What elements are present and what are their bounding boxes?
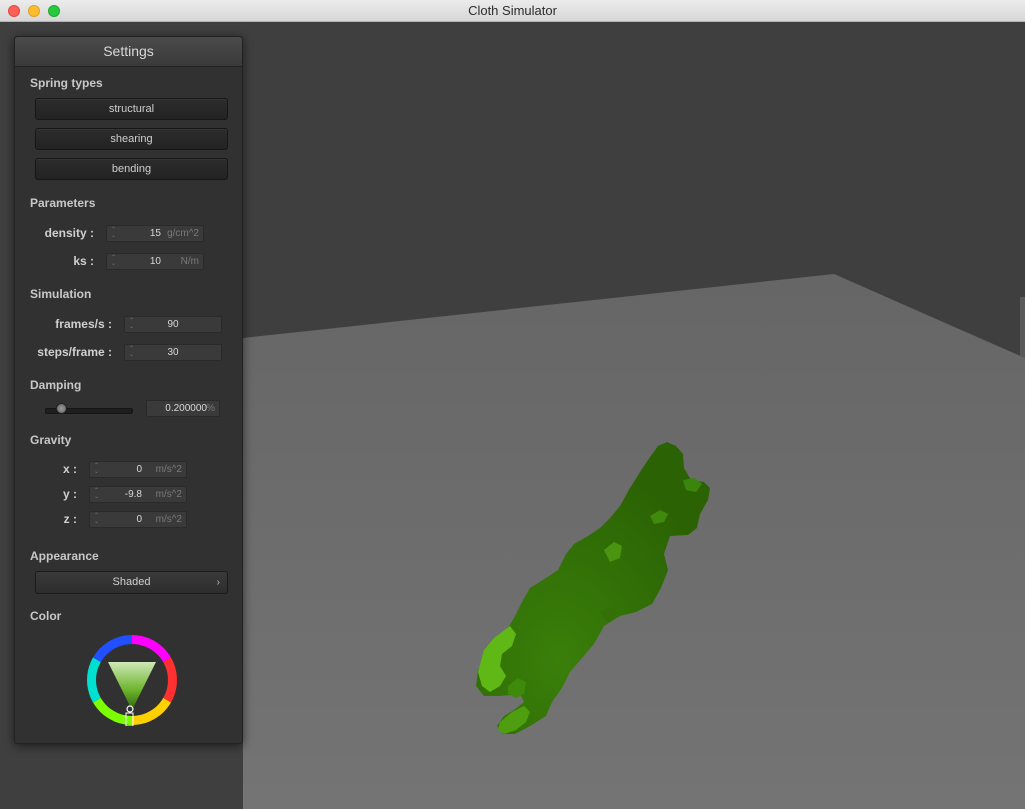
ks-field[interactable]: ⌃ ⌄ 10 N/m	[106, 253, 204, 270]
shearing-button[interactable]: shearing	[35, 128, 228, 150]
color-heading: Color	[30, 609, 62, 623]
structural-button[interactable]: structural	[35, 98, 228, 120]
gravity-y-field[interactable]: ⌃ ⌄ -9.8 m/s^2	[89, 486, 187, 503]
color-wheel[interactable]	[86, 634, 178, 727]
gravity-y-label: y :	[62, 487, 77, 501]
damping-value: 0.200000	[165, 403, 207, 414]
gravity-x-field[interactable]: ⌃ ⌄ 0 m/s^2	[89, 461, 187, 478]
density-value: 15	[149, 228, 161, 239]
fps-label: frames/s :	[55, 317, 112, 331]
gravity-y-stepper[interactable]: ⌃ ⌄	[93, 488, 100, 501]
gravity-x-unit: m/s^2	[155, 464, 182, 475]
damping-unit: %	[206, 403, 215, 414]
fps-field[interactable]: ⌃ ⌄ 90	[124, 316, 222, 333]
ks-value: 10	[149, 256, 161, 267]
window-title: Cloth Simulator	[468, 3, 557, 18]
parameters-heading: Parameters	[30, 196, 96, 210]
fps-value: 90	[167, 319, 179, 330]
gravity-y-value: -9.8	[124, 489, 142, 500]
ground-plane-right-edge	[1020, 297, 1025, 358]
steps-value: 30	[167, 347, 179, 358]
settings-panel: Settings Spring types structural shearin…	[14, 36, 243, 744]
gravity-z-unit: m/s^2	[155, 514, 182, 525]
settings-panel-title[interactable]: Settings	[15, 37, 242, 67]
density-unit: g/cm^2	[167, 228, 199, 239]
ks-stepper[interactable]: ⌃ ⌄	[110, 255, 117, 268]
appearance-heading: Appearance	[30, 549, 99, 563]
damping-field[interactable]: 0.200000 %	[146, 400, 220, 417]
gravity-z-value: 0	[136, 514, 142, 525]
gravity-z-label: z :	[63, 512, 77, 526]
ks-label: ks :	[73, 254, 94, 268]
appearance-selected: Shaded	[112, 576, 151, 588]
density-label: density :	[44, 226, 94, 240]
appearance-dropdown[interactable]: Shaded ›	[35, 571, 228, 594]
simulation-heading: Simulation	[30, 287, 92, 301]
gravity-x-stepper[interactable]: ⌃ ⌄	[93, 463, 100, 476]
gravity-z-stepper[interactable]: ⌃ ⌄	[93, 513, 100, 526]
gravity-x-value: 0	[136, 464, 142, 475]
gravity-z-field[interactable]: ⌃ ⌄ 0 m/s^2	[89, 511, 187, 528]
density-field[interactable]: ⌃ ⌄ 15 g/cm^2	[106, 225, 204, 242]
damping-heading: Damping	[30, 378, 82, 392]
damping-slider-handle[interactable]	[56, 403, 67, 414]
ks-unit: N/m	[180, 256, 199, 267]
gravity-y-unit: m/s^2	[155, 489, 182, 500]
bending-button[interactable]: bending	[35, 158, 228, 180]
gravity-heading: Gravity	[30, 433, 72, 447]
steps-label: steps/frame :	[37, 345, 112, 359]
chevron-right-icon: ›	[216, 577, 220, 588]
window-titlebar: Cloth Simulator	[0, 0, 1025, 22]
color-wheel-graphic	[87, 635, 177, 727]
gravity-x-label: x :	[62, 462, 77, 476]
steps-field[interactable]: ⌃ ⌄ 30	[124, 344, 222, 361]
density-stepper[interactable]: ⌃ ⌄	[110, 227, 117, 240]
spring-types-heading: Spring types	[30, 76, 103, 90]
